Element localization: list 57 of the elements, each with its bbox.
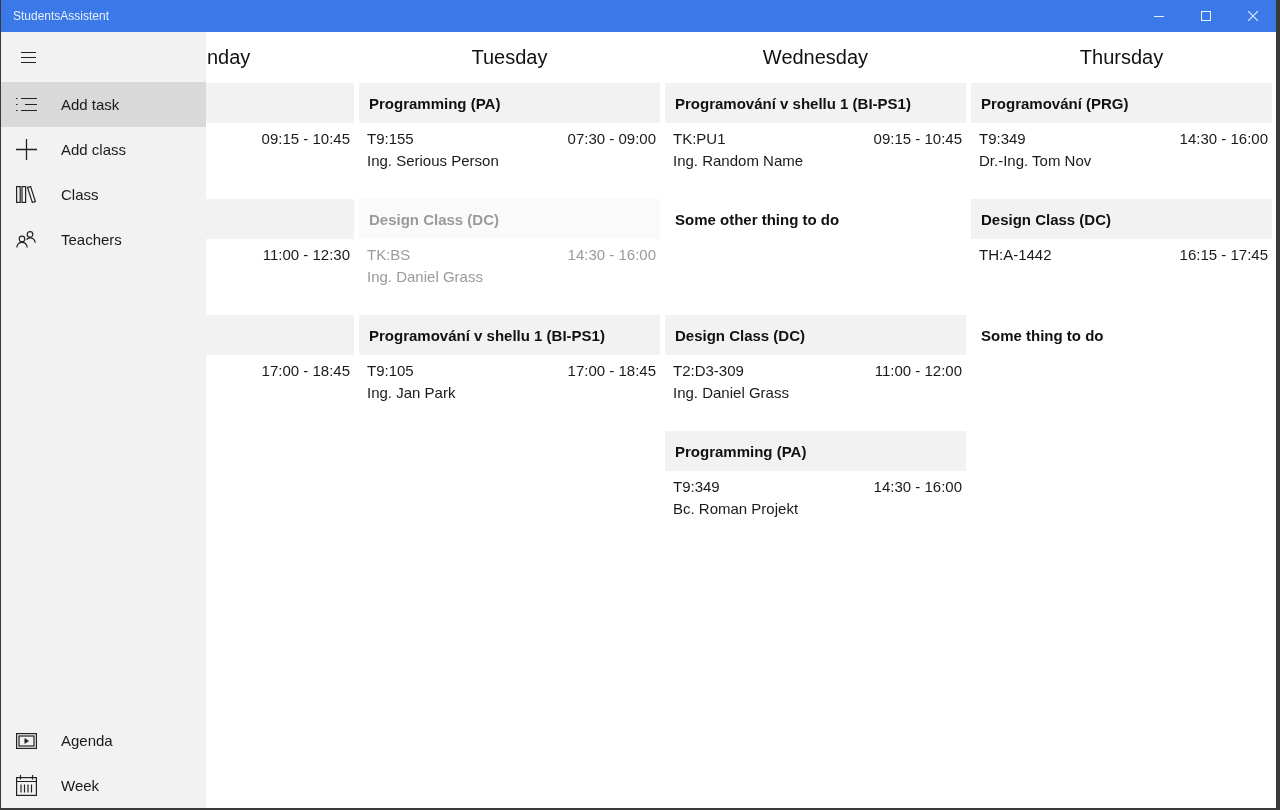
time-label: 17:00 - 18:45 (567, 361, 656, 381)
course-title[interactable]: Programming (PA) (665, 431, 966, 471)
room-label: TH:A-1442 (979, 245, 1052, 265)
teacher-name: Bc. Roman Projekt (673, 499, 799, 519)
minimize-icon (1153, 15, 1164, 17)
nav-item[interactable]: Add task (1, 82, 206, 127)
room-label: TK:BS (367, 245, 411, 265)
day-heading: Tuesday (471, 46, 548, 69)
course-title[interactable]: Programování v shellu 1 (BI-PS1) (665, 83, 966, 123)
card-header[interactable] (206, 83, 354, 123)
calendar-icon (16, 775, 37, 796)
room-label: T2:D3-309 (673, 361, 744, 381)
course-title[interactable]: Programming (PA) (359, 83, 660, 123)
teacher-name: Ing. Serious Person (367, 151, 499, 171)
teacher-name: Ing. Jan Park (367, 383, 456, 403)
course-title[interactable]: Programování (PRG) (971, 83, 1272, 123)
day-heading: Wednesday (762, 46, 869, 69)
teacher-name: Ing. Daniel Grass (673, 383, 789, 403)
time-label: 09:15 - 10:45 (873, 129, 962, 149)
nav-item[interactable]: Class (1, 172, 206, 217)
room-label: T9:349 (673, 477, 720, 497)
room-label: TK:PU1 (673, 129, 726, 149)
list-icon (16, 98, 37, 111)
teacher-name: Ing. Daniel Grass (367, 267, 483, 287)
nav-item[interactable]: Teachers (1, 217, 206, 262)
plus-icon (16, 139, 37, 160)
time-label: 07:30 - 09:00 (567, 129, 656, 149)
books-icon (16, 186, 36, 203)
teacher-name: Ing. Random Name (673, 151, 804, 171)
menu-icon (21, 51, 36, 63)
time-label: 17:00 - 18:45 (261, 361, 350, 381)
task-title[interactable]: Some other thing to do (675, 210, 840, 228)
room-label: T9:155 (367, 129, 414, 149)
time-label: 16:15 - 17:45 (1179, 245, 1268, 265)
time-label: 14:30 - 16:00 (873, 477, 962, 497)
window-title: StudentsAssistent (13, 9, 110, 23)
course-title[interactable]: Design Class (DC) (665, 315, 966, 355)
close-icon (1247, 11, 1258, 21)
course-title[interactable]: Design Class (DC) (971, 199, 1272, 239)
maximize-icon (1200, 11, 1211, 21)
day-heading: Thursday (1079, 46, 1164, 69)
teacher-name: Dr.-Ing. Tom Nov (979, 151, 1092, 171)
nav-item[interactable]: Week (1, 763, 206, 808)
course-title[interactable]: Programování v shellu 1 (BI-PS1) (359, 315, 660, 355)
time-label: 14:30 - 16:00 (1179, 129, 1268, 149)
nav-item[interactable]: Agenda (1, 718, 206, 763)
nav-item[interactable]: Add class (1, 127, 206, 172)
task-title[interactable]: Some thing to do (981, 326, 1104, 344)
time-label: 11:00 - 12:00 (874, 361, 962, 381)
agenda-icon (16, 732, 37, 749)
time-label: 09:15 - 10:45 (261, 129, 350, 149)
time-label: 11:00 - 12:30 (262, 245, 350, 265)
time-label: 14:30 - 16:00 (567, 245, 656, 265)
room-label: T9:349 (979, 129, 1026, 149)
people-icon (16, 231, 36, 248)
room-label: T9:105 (367, 361, 414, 381)
day-heading: nday (207, 46, 251, 69)
